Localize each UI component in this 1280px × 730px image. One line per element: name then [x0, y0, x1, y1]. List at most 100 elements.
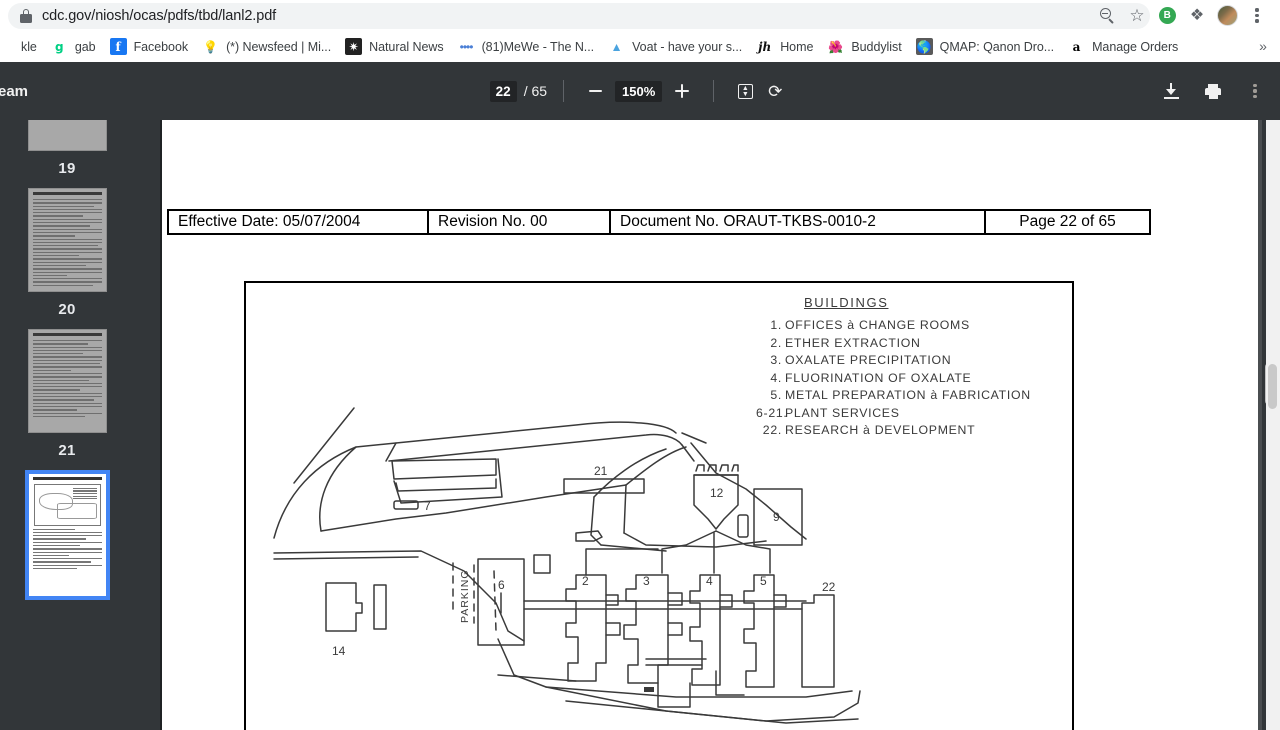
bookmark-label: Voat - have your s...: [632, 39, 743, 54]
bookmark-star-icon[interactable]: ☆: [1122, 1, 1152, 31]
thumbnail-page-21[interactable]: 21: [0, 329, 146, 470]
bookmark-label: Natural News: [369, 39, 444, 54]
bookmark-item-facebook[interactable]: f Facebook: [103, 35, 196, 59]
bookmark-label: QMAP: Qanon Dro...: [939, 39, 1055, 54]
effective-date-cell: Effective Date: 05/07/2004: [178, 213, 361, 230]
bookmark-item-qmap[interactable]: 🌎 QMAP: Qanon Dro...: [909, 35, 1061, 59]
thumbnail-preview-current: [24, 470, 110, 600]
pdf-page-22: Effective Date: 05/07/2004 Revision No. …: [162, 120, 1258, 730]
profile-avatar[interactable]: [1212, 1, 1242, 31]
bookmark-item-gab[interactable]: g gab: [44, 35, 103, 59]
buddylist-icon: 🌺: [828, 39, 844, 54]
map-label-5: 5: [760, 574, 767, 588]
address-bar[interactable]: cdc.gov/niosh/ocas/pdfs/tbd/lanl2.pdf: [8, 3, 1150, 29]
main-scrollbar-track[interactable]: [1266, 120, 1280, 730]
thumbnail-page-number: 19: [58, 160, 76, 177]
pdf-toolbar-center-controls: 22 / 65 150% ▲ ▼ ⟳: [0, 62, 1280, 120]
toolbar-divider: [563, 80, 565, 102]
map-label-3: 3: [643, 574, 650, 588]
extension-bitwarden-icon[interactable]: B: [1152, 1, 1182, 31]
bookmarks-bar: kle g gab f Facebook 💡 (*) Newsfeed | Mi…: [0, 31, 1280, 62]
bookmark-label: gab: [74, 39, 96, 54]
map-label-9: 9: [773, 510, 780, 524]
jh-home-icon: jh: [758, 39, 772, 54]
bookmark-item-manage-orders[interactable]: a Manage Orders: [1061, 35, 1185, 59]
zoom-out-button[interactable]: [580, 76, 610, 106]
map-label-parking: PARKING: [459, 570, 471, 623]
thumbnail-preview: [27, 120, 107, 151]
thumbnail-preview: [27, 329, 107, 433]
thumbnail-page-number: 21: [58, 442, 76, 459]
bookmark-label: (81)MeWe - The N...: [481, 39, 595, 54]
omnibox-row: cdc.gov/niosh/ocas/pdfs/tbd/lanl2.pdf ☆ …: [0, 0, 1280, 31]
bookmark-item-home[interactable]: jh Home: [749, 35, 820, 59]
thumbnail-preview: [27, 188, 107, 292]
pdf-page-container: Effective Date: 05/07/2004 Revision No. …: [162, 120, 1260, 730]
mewe-icon: ••••: [459, 39, 474, 54]
page-number-input[interactable]: 22: [489, 80, 517, 102]
rotate-clockwise-icon[interactable]: ⟳: [760, 76, 790, 106]
amazon-icon: a: [1068, 38, 1086, 55]
lock-icon: [20, 9, 32, 23]
thumbnail-strip: 19 20 21: [0, 120, 146, 600]
thumbnail-page-20[interactable]: 20: [0, 188, 146, 329]
map-label-2: 2: [582, 574, 589, 588]
thumbnail-page-22[interactable]: [0, 470, 146, 600]
fit-to-page-icon[interactable]: ▲ ▼: [730, 76, 760, 106]
address-bar-url: cdc.gov/niosh/ocas/pdfs/tbd/lanl2.pdf: [42, 8, 277, 24]
extensions-puzzle-icon[interactable]: ❖: [1182, 1, 1212, 31]
browser-chrome: cdc.gov/niosh/ocas/pdfs/tbd/lanl2.pdf ☆ …: [0, 0, 1280, 62]
bookmark-item-natural-news[interactable]: ✷ Natural News: [338, 35, 450, 59]
bookmark-item-mewe[interactable]: •••• (81)MeWe - The N...: [451, 35, 602, 59]
figure-2-7: BUILDINGS 1. OFFICES à CHANGE ROOMS 2. ETH…: [244, 281, 1074, 730]
map-label-4: 4: [706, 574, 713, 588]
main-scrollbar-thumb[interactable]: [1268, 364, 1277, 409]
bookmark-item-voat[interactable]: ▲ Voat - have your s...: [601, 35, 749, 59]
page-number-cell: Page 22 of 65: [984, 211, 1149, 233]
zoom-in-button[interactable]: [667, 76, 697, 106]
bookmark-item-newsfeed[interactable]: 💡 (*) Newsfeed | Mi...: [195, 35, 338, 59]
revision-cell: Revision No. 00: [427, 211, 609, 233]
bookmark-label: kle: [21, 39, 37, 54]
more-options-icon[interactable]: [1240, 76, 1270, 106]
document-header-table: Effective Date: 05/07/2004 Revision No. …: [167, 209, 1151, 235]
pdf-toolbar: eam 22 / 65 150% ▲ ▼ ⟳: [0, 62, 1280, 120]
facebook-icon: f: [109, 38, 127, 55]
map-label-6: 6: [498, 578, 505, 592]
gab-icon: g: [55, 39, 64, 54]
zoom-indicator-icon[interactable]: [1092, 1, 1122, 31]
map-label-21: 21: [594, 464, 608, 478]
bookmarks-overflow-button[interactable]: »: [1252, 35, 1274, 57]
bookmark-label: Facebook: [133, 39, 189, 54]
thumbnail-page-19[interactable]: 19: [0, 120, 146, 188]
bookmark-label: Buddylist: [851, 39, 902, 54]
page-total-label: / 65: [523, 83, 548, 99]
bookmark-favicon-truncated-icon: [0, 38, 14, 55]
map-label-7: 7: [424, 499, 431, 513]
bookmark-item-kle[interactable]: kle: [0, 35, 44, 59]
download-icon[interactable]: [1156, 76, 1186, 106]
thumbnail-sidebar[interactable]: 19 20 21: [0, 120, 162, 730]
map-label-22: 22: [822, 580, 836, 594]
print-icon[interactable]: [1198, 76, 1228, 106]
pdf-document-title: eam: [0, 82, 29, 100]
bookmark-item-buddylist[interactable]: 🌺 Buddylist: [820, 35, 908, 59]
chrome-menu-icon[interactable]: [1242, 1, 1272, 31]
pdf-viewer: eam 22 / 65 150% ▲ ▼ ⟳ 19 20 21 Effectiv…: [0, 62, 1280, 730]
page-right-edge: [1258, 120, 1262, 730]
toolbar-divider: [713, 80, 715, 102]
bookmark-label: Manage Orders: [1092, 39, 1179, 54]
lightbulb-icon: 💡: [203, 39, 219, 54]
site-map-drawing: 7 21 14 6 12 9 2 3 4 5 22 PARKING: [273, 407, 861, 724]
thumbnail-page-number: 20: [58, 301, 76, 318]
map-label-12: 12: [710, 486, 724, 500]
natural-news-icon: ✷: [345, 38, 363, 55]
bookmark-label: (*) Newsfeed | Mi...: [226, 39, 332, 54]
zoom-level-display[interactable]: 150%: [615, 80, 663, 102]
omnibox-actions: ☆ B ❖: [1092, 0, 1272, 31]
pdf-toolbar-right-controls: [1156, 62, 1270, 120]
voat-icon: ▲: [610, 39, 623, 54]
bookmark-label: Home: [780, 39, 814, 54]
qmap-globe-icon: 🌎: [915, 38, 933, 55]
document-number-cell: Document No. ORAUT-TKBS-0010-2: [609, 211, 984, 233]
